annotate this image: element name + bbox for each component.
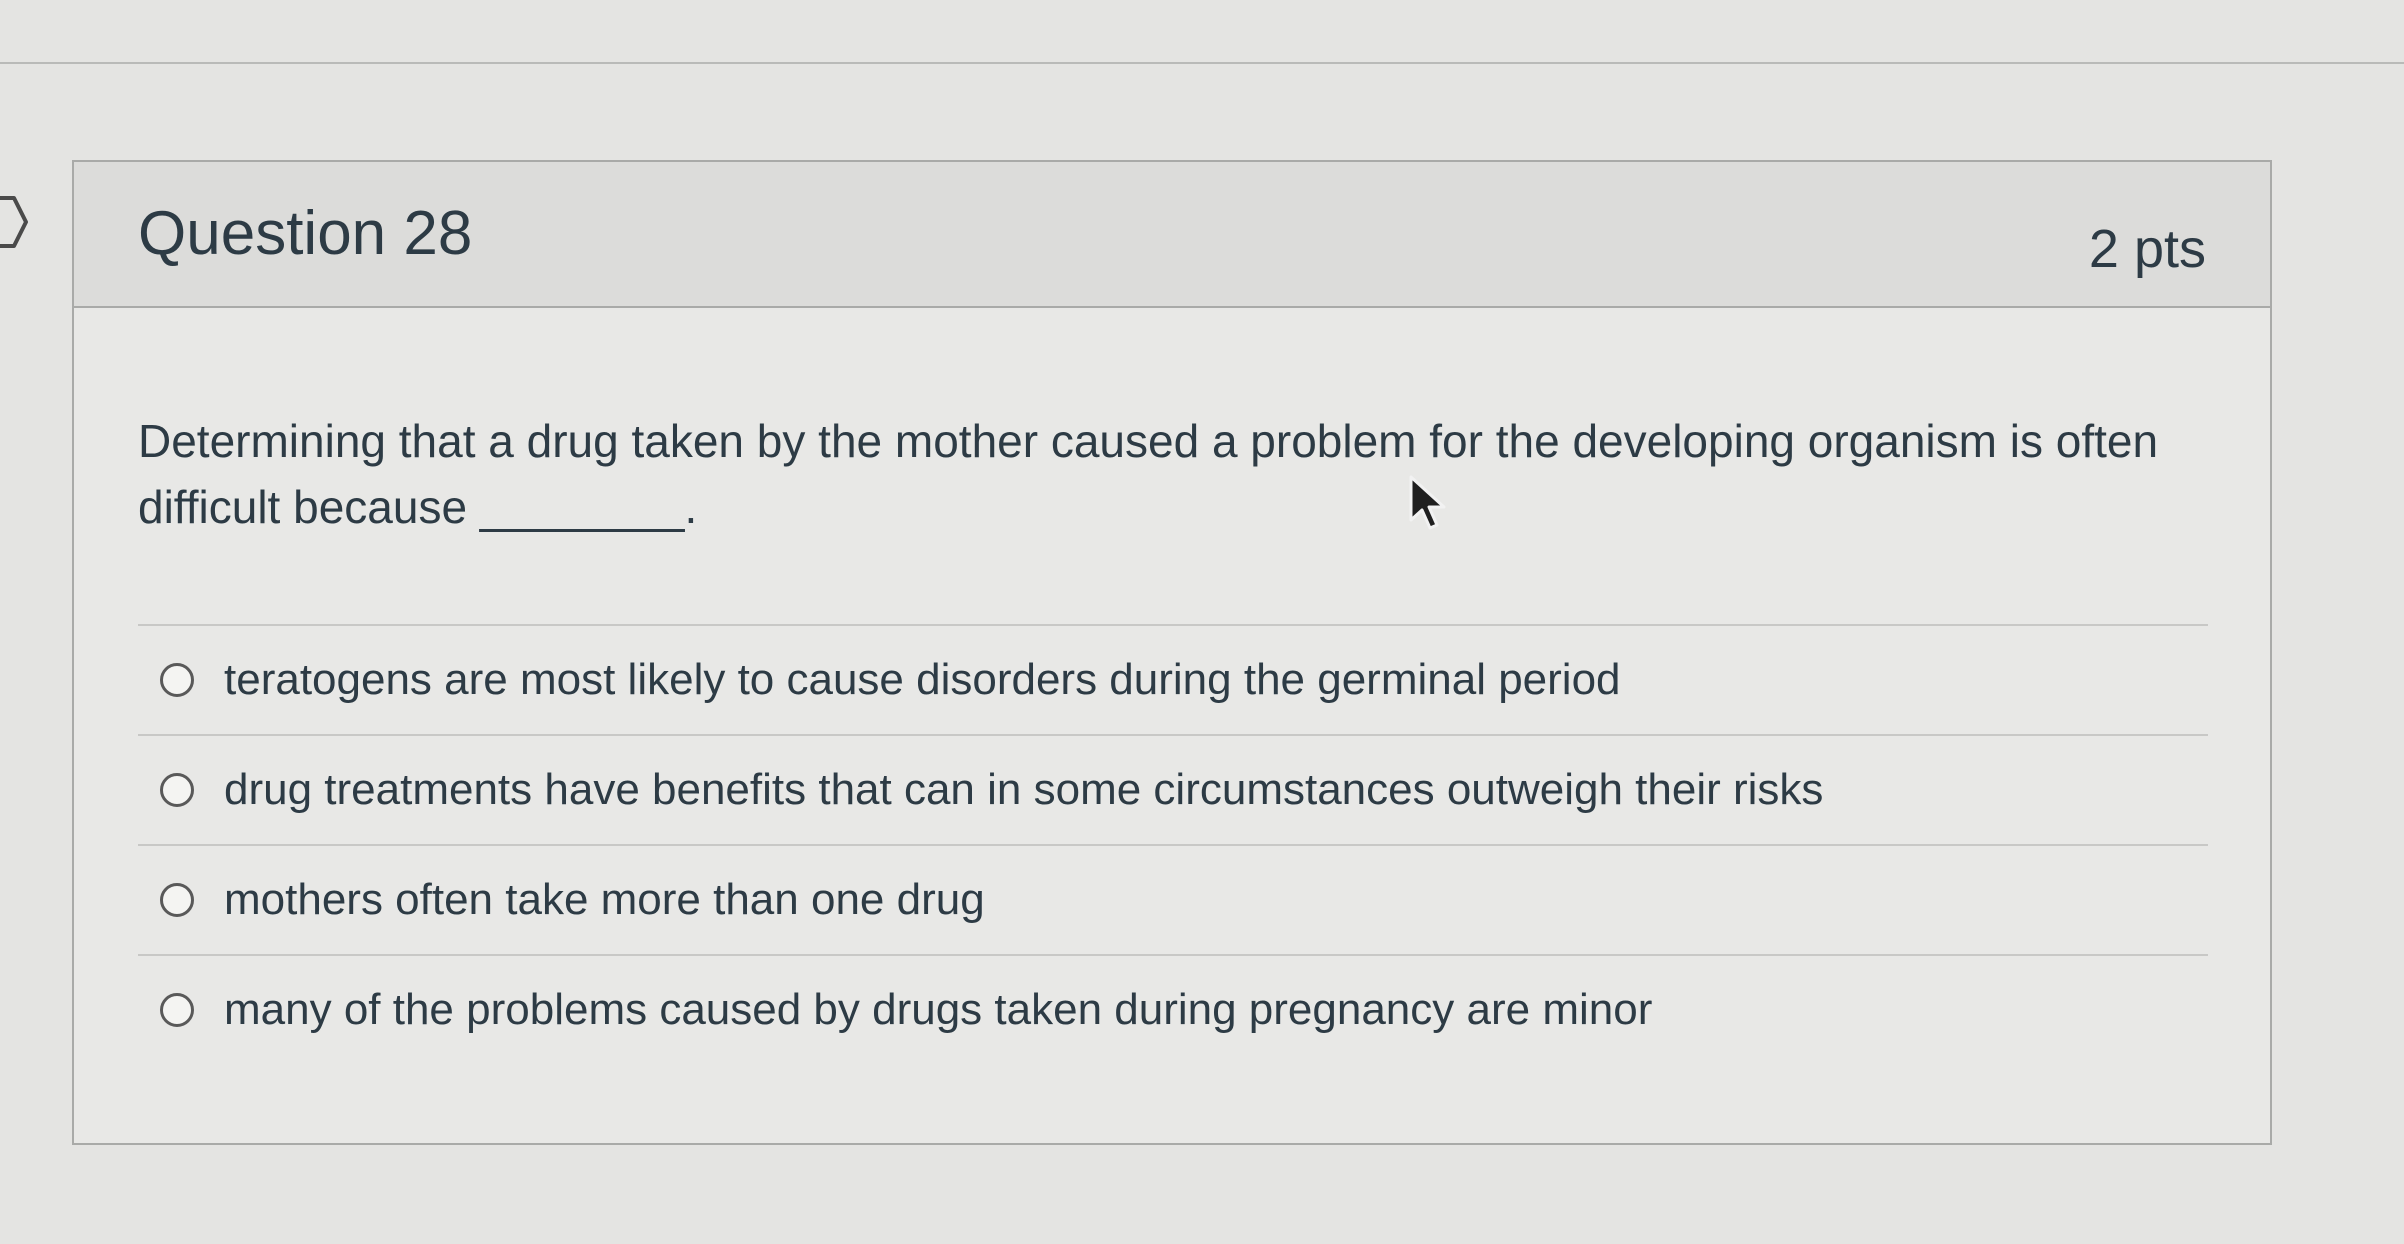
chevron-right-icon[interactable] <box>0 194 30 250</box>
answer-label[interactable]: many of the problems caused by drugs tak… <box>224 985 1652 1035</box>
answer-label[interactable]: mothers often take more than one drug <box>224 875 985 925</box>
radio-button-icon[interactable] <box>160 663 194 697</box>
radio-button-icon[interactable] <box>160 773 194 807</box>
question-card: Question 28 2 pts Determining that a dru… <box>72 160 2272 1145</box>
radio-button-icon[interactable] <box>160 993 194 1027</box>
question-header: Question 28 2 pts <box>74 162 2270 308</box>
answer-option-3[interactable]: mothers often take more than one drug <box>138 844 2208 954</box>
page-divider <box>0 62 2404 64</box>
answer-label[interactable]: teratogens are most likely to cause diso… <box>224 655 1621 705</box>
question-points: 2 pts <box>2088 219 2206 279</box>
answer-option-1[interactable]: teratogens are most likely to cause diso… <box>138 624 2208 734</box>
radio-button-icon[interactable] <box>160 883 194 917</box>
question-text: Determining that a drug taken by the mot… <box>138 415 2159 533</box>
question-title: Question 28 <box>138 199 473 268</box>
answer-option-2[interactable]: drug treatments have benefits that can i… <box>138 734 2208 844</box>
answer-list: teratogens are most likely to cause diso… <box>138 624 2208 1064</box>
answer-label[interactable]: drug treatments have benefits that can i… <box>224 765 1823 815</box>
answer-option-4[interactable]: many of the problems caused by drugs tak… <box>138 954 2208 1064</box>
mouse-pointer-icon <box>1409 475 1446 530</box>
